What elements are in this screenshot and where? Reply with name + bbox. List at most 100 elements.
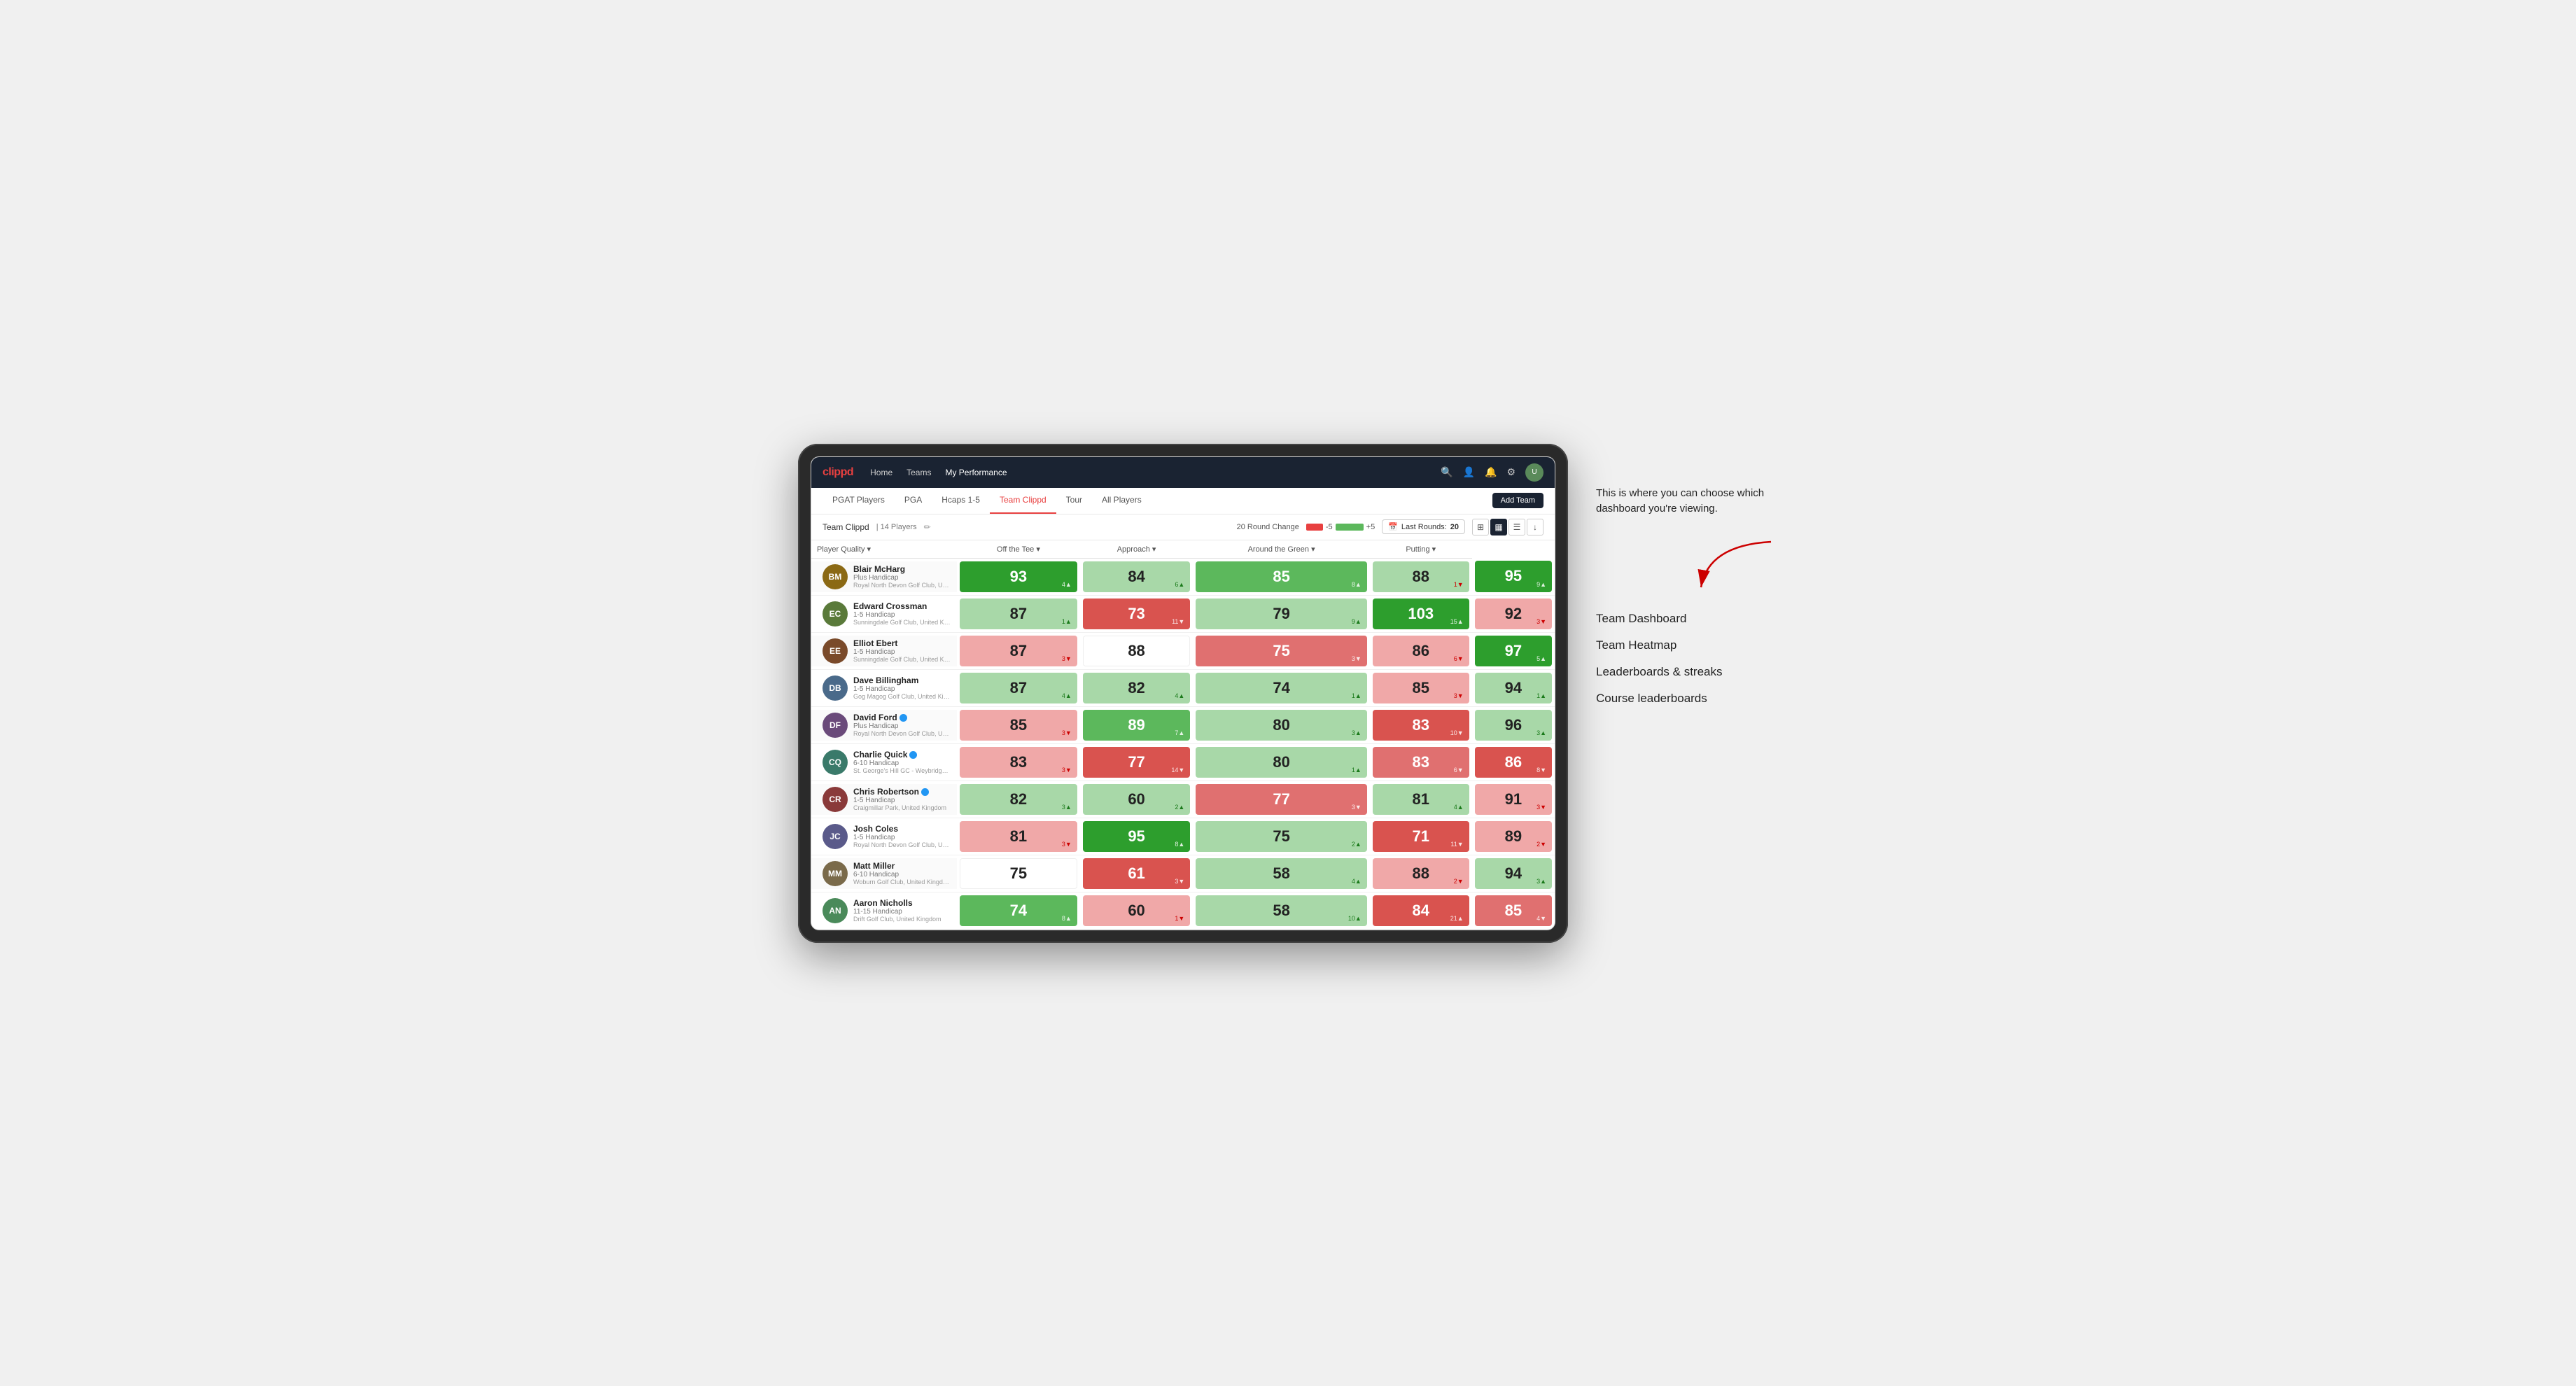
score-box: 80 3▲	[1196, 710, 1367, 741]
edit-icon[interactable]: ✏	[924, 522, 931, 532]
player-cell-3[interactable]: DB Dave Billingham 1-5 Handicap Gog Mago…	[811, 669, 957, 706]
player-name: Matt Miller	[853, 861, 951, 871]
player-cell-8[interactable]: MM Matt Miller 6-10 Handicap Woburn Golf…	[811, 855, 957, 892]
table-row[interactable]: CQ Charlie Quick 6-10 Handicap St. Georg…	[811, 743, 1555, 780]
col-putting[interactable]: Putting ▾	[1370, 540, 1472, 559]
col-around-green[interactable]: Around the Green ▾	[1193, 540, 1370, 559]
player-info-cell: JC Josh Coles 1-5 Handicap Royal North D…	[811, 821, 957, 852]
score-change: 4▼	[1536, 915, 1546, 922]
nav-home[interactable]: Home	[870, 465, 892, 480]
score-value: 85	[1010, 718, 1027, 733]
player-cell-5[interactable]: CQ Charlie Quick 6-10 Handicap St. Georg…	[811, 743, 957, 780]
score-value: 73	[1128, 606, 1144, 622]
player-cell-0[interactable]: BM Blair McHarg Plus Handicap Royal Nort…	[811, 558, 957, 595]
score-box: 87 3▼	[960, 636, 1077, 666]
score-change: 9▲	[1352, 618, 1362, 625]
player-avatar: CR	[822, 787, 848, 812]
table-row[interactable]: BM Blair McHarg Plus Handicap Royal Nort…	[811, 558, 1555, 595]
col-approach[interactable]: Approach ▾	[1080, 540, 1194, 559]
score-box: 79 9▲	[1196, 598, 1367, 629]
tab-hcaps[interactable]: Hcaps 1-5	[932, 487, 990, 514]
table-row[interactable]: MM Matt Miller 6-10 Handicap Woburn Golf…	[811, 855, 1555, 892]
score-change: 1▲	[1352, 692, 1362, 699]
tab-all-players[interactable]: All Players	[1092, 487, 1152, 514]
score-value: 85	[1413, 680, 1429, 696]
bar-red	[1306, 524, 1323, 531]
player-handicap: 6-10 Handicap	[853, 871, 951, 878]
bell-icon[interactable]: 🔔	[1485, 466, 1497, 478]
calendar-icon: 📅	[1388, 522, 1398, 531]
player-cell-7[interactable]: JC Josh Coles 1-5 Handicap Royal North D…	[811, 818, 957, 855]
player-details: Dave Billingham 1-5 Handicap Gog Magog G…	[853, 676, 951, 700]
score-change: 2▼	[1454, 878, 1464, 885]
score-value: 60	[1128, 903, 1144, 918]
view-export-icon[interactable]: ↓	[1527, 519, 1544, 536]
score-change: 3▼	[1352, 804, 1362, 811]
tab-tour[interactable]: Tour	[1056, 487, 1092, 514]
score-cell-7-0: 81 3▼	[957, 818, 1080, 855]
view-icons: ⊞ ▦ ☰ ↓	[1472, 519, 1544, 536]
tab-pga[interactable]: PGA	[895, 487, 932, 514]
nav-teams[interactable]: Teams	[906, 465, 931, 480]
score-change: 7▲	[1175, 729, 1184, 736]
score-cell-6-2: 77 3▼	[1193, 780, 1370, 818]
tab-team-clippd[interactable]: Team Clippd	[990, 487, 1056, 514]
score-change: 6▲	[1175, 581, 1184, 588]
score-value: 86	[1413, 643, 1429, 659]
table-row[interactable]: DF David Ford Plus Handicap Royal North …	[811, 706, 1555, 743]
bar-green	[1336, 524, 1364, 531]
last-rounds-button[interactable]: 📅 Last Rounds: 20	[1382, 519, 1465, 534]
score-value: 83	[1413, 718, 1429, 733]
score-value: 82	[1010, 792, 1027, 807]
player-avatar: EE	[822, 638, 848, 664]
subnav: PGAT Players PGA Hcaps 1-5 Team Clippd T…	[811, 488, 1555, 514]
nav-my-performance[interactable]: My Performance	[945, 465, 1007, 480]
view-heatmap-icon[interactable]: ▦	[1490, 519, 1507, 536]
score-value: 81	[1413, 792, 1429, 807]
score-cell-9-3: 84 21▲	[1370, 892, 1472, 929]
player-info-cell: DB Dave Billingham 1-5 Handicap Gog Mago…	[811, 673, 957, 704]
table-row[interactable]: EC Edward Crossman 1-5 Handicap Sunningd…	[811, 595, 1555, 632]
search-icon[interactable]: 🔍	[1441, 466, 1452, 478]
round-change-label: 20 Round Change	[1237, 523, 1299, 531]
score-box: 92 3▼	[1475, 598, 1552, 629]
profile-icon[interactable]: 👤	[1463, 466, 1475, 478]
score-box: 87 4▲	[960, 673, 1077, 704]
score-value: 88	[1128, 643, 1144, 659]
score-change: 3▲	[1536, 729, 1546, 736]
table-row[interactable]: CR Chris Robertson 1-5 Handicap Craigmil…	[811, 780, 1555, 818]
settings-icon[interactable]: ⚙	[1506, 466, 1516, 478]
player-details: Edward Crossman 1-5 Handicap Sunningdale…	[853, 601, 951, 626]
player-cell-2[interactable]: EE Elliot Ebert 1-5 Handicap Sunningdale…	[811, 632, 957, 669]
score-value: 103	[1408, 606, 1434, 622]
view-list-icon[interactable]: ☰	[1508, 519, 1525, 536]
score-value: 88	[1413, 569, 1429, 584]
score-cell-4-2: 80 3▲	[1193, 706, 1370, 743]
col-player-quality[interactable]: Player Quality ▾	[811, 540, 957, 559]
add-team-button[interactable]: Add Team	[1492, 493, 1544, 508]
score-cell-0-3: 88 1▼	[1370, 558, 1472, 595]
score-value: 81	[1010, 829, 1027, 844]
col-off-tee[interactable]: Off the Tee ▾	[957, 540, 1080, 559]
table-row[interactable]: DB Dave Billingham 1-5 Handicap Gog Mago…	[811, 669, 1555, 706]
player-cell-1[interactable]: EC Edward Crossman 1-5 Handicap Sunningd…	[811, 595, 957, 632]
tablet-screen: clippd Home Teams My Performance 🔍 👤 🔔 ⚙…	[811, 456, 1555, 930]
player-handicap: 1-5 Handicap	[853, 648, 951, 656]
player-cell-4[interactable]: DF David Ford Plus Handicap Royal North …	[811, 706, 957, 743]
avatar[interactable]: U	[1525, 463, 1544, 482]
player-name: Chris Robertson	[853, 787, 946, 797]
tab-pgat-players[interactable]: PGAT Players	[822, 487, 895, 514]
score-value: 96	[1505, 718, 1522, 733]
table-row[interactable]: JC Josh Coles 1-5 Handicap Royal North D…	[811, 818, 1555, 855]
player-cell-6[interactable]: CR Chris Robertson 1-5 Handicap Craigmil…	[811, 780, 957, 818]
score-change: 2▼	[1536, 841, 1546, 848]
player-avatar: EC	[822, 601, 848, 626]
score-box: 88 2▼	[1373, 858, 1469, 889]
player-cell-9[interactable]: AN Aaron Nicholls 11-15 Handicap Drift G…	[811, 892, 957, 929]
table-row[interactable]: EE Elliot Ebert 1-5 Handicap Sunningdale…	[811, 632, 1555, 669]
score-box: 97 5▲	[1475, 636, 1552, 666]
view-grid-icon[interactable]: ⊞	[1472, 519, 1489, 536]
player-handicap: Plus Handicap	[853, 574, 951, 582]
table-row[interactable]: AN Aaron Nicholls 11-15 Handicap Drift G…	[811, 892, 1555, 929]
player-club: Woburn Golf Club, United Kingdom	[853, 878, 951, 886]
